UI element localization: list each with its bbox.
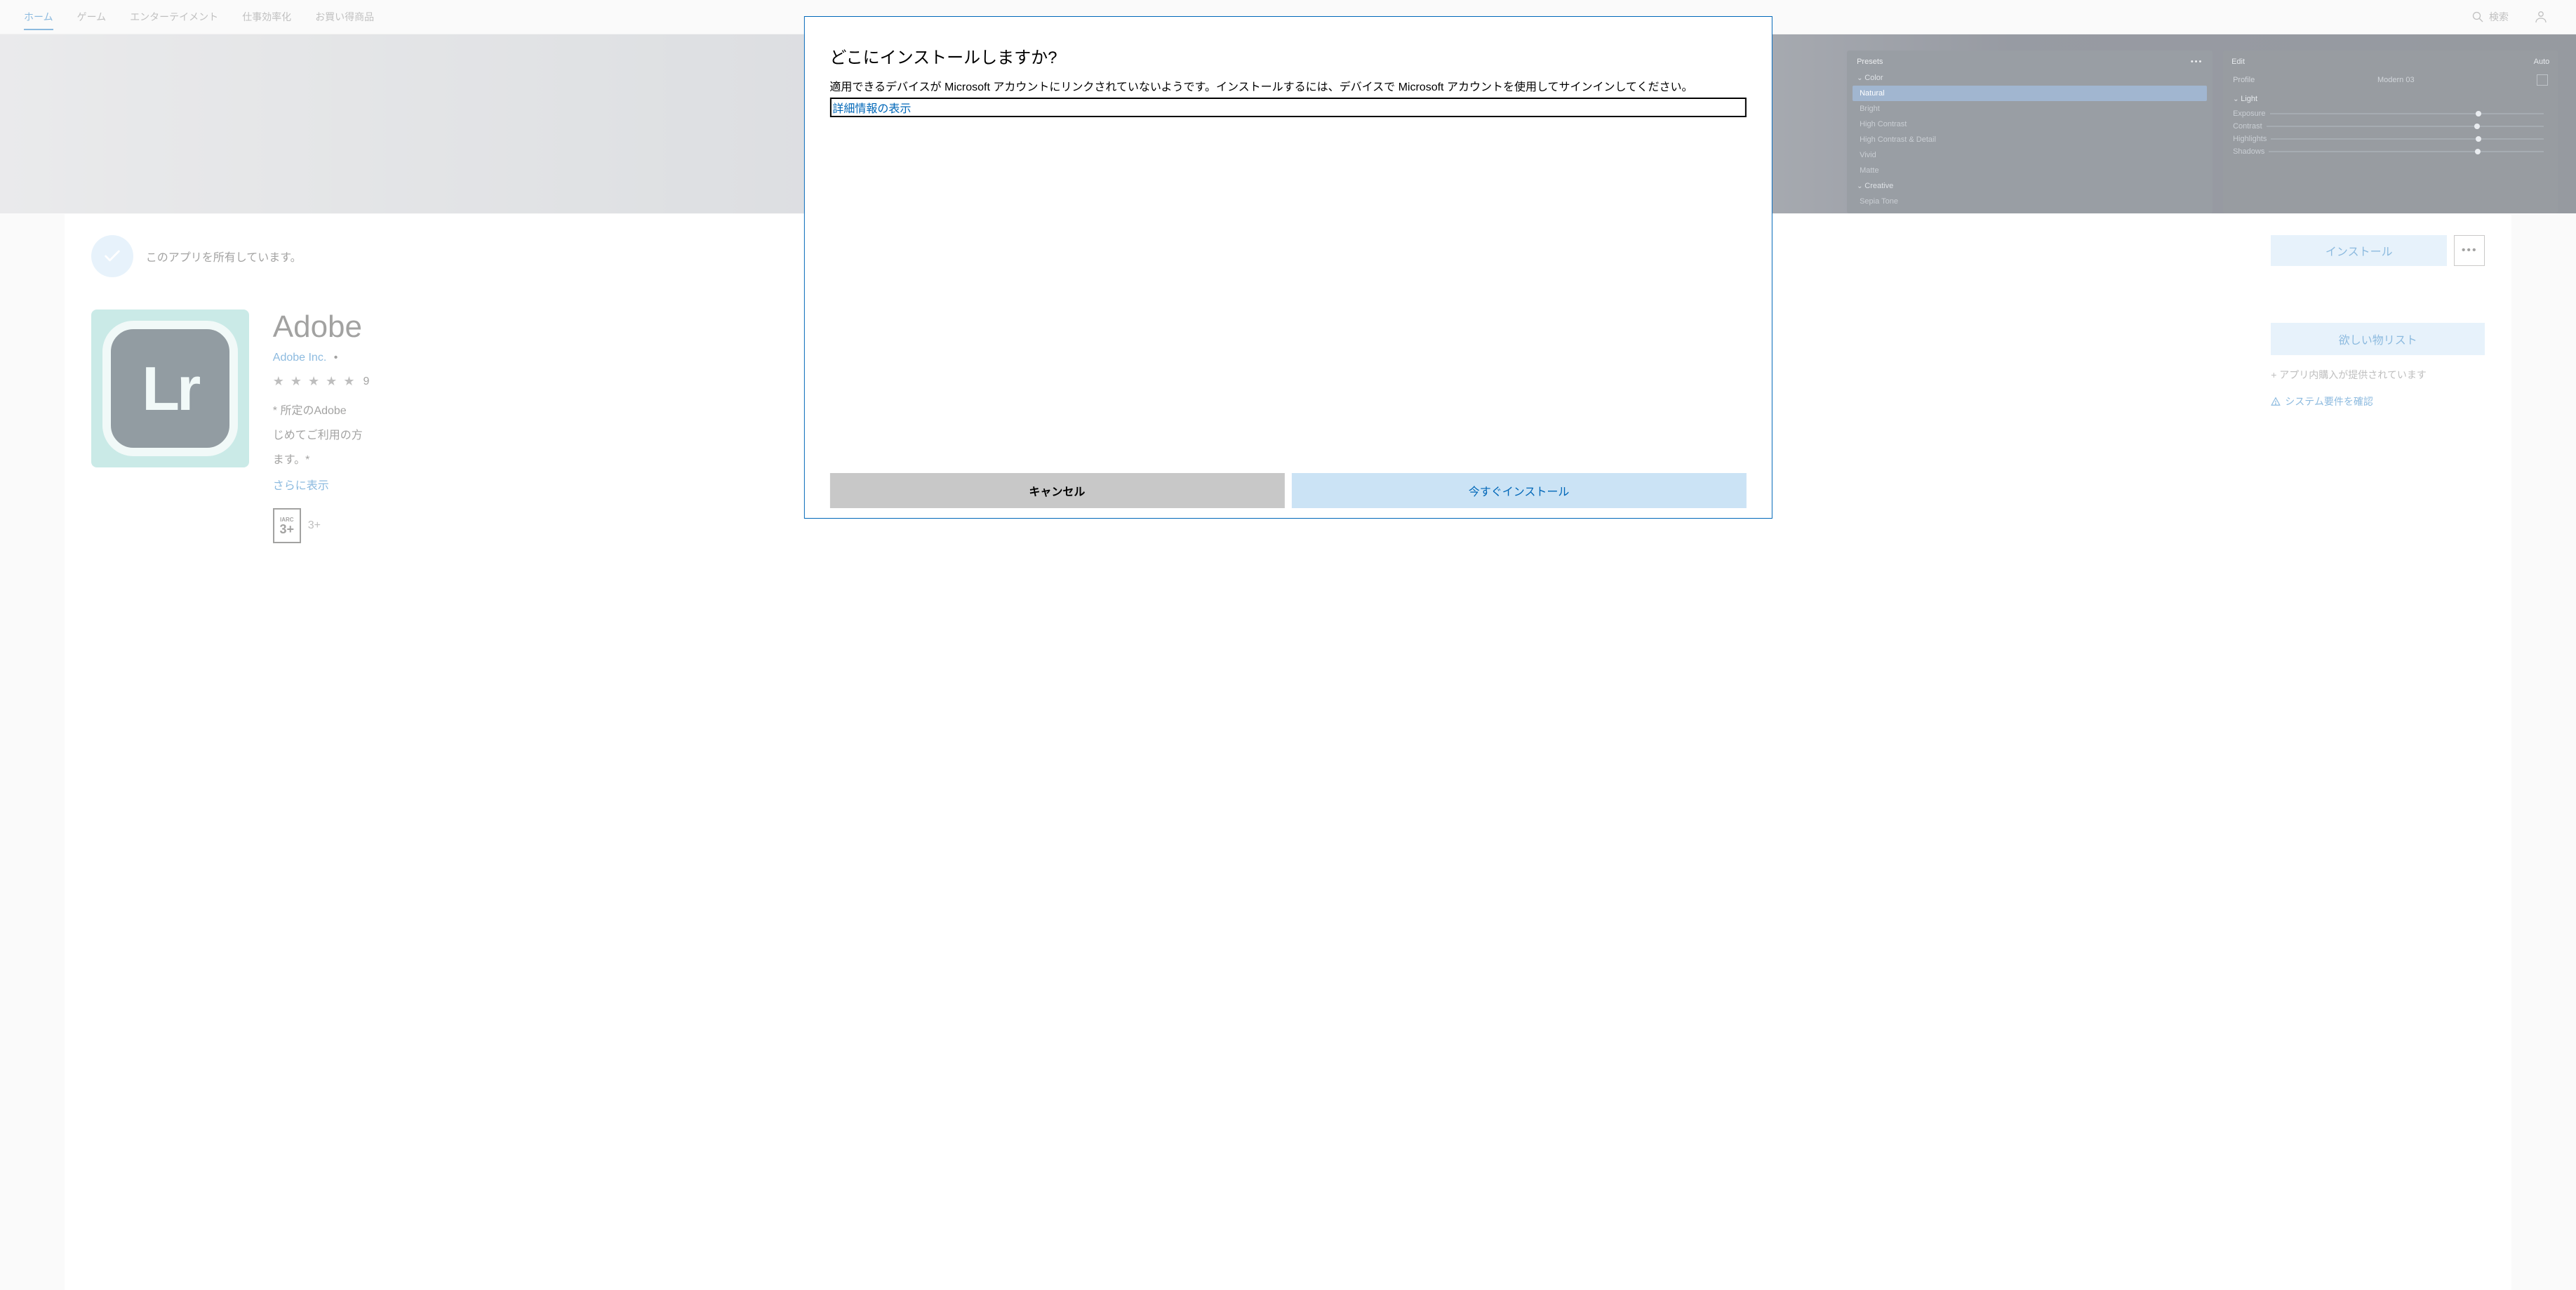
dialog-more-info-link[interactable]: 詳細情報の表示 bbox=[829, 98, 1746, 117]
dialog-install-now-button[interactable]: 今すぐインストール bbox=[1292, 473, 1747, 508]
dialog-cancel-button[interactable]: キャンセル bbox=[829, 473, 1284, 508]
install-where-dialog: どこにインストールしますか? 適用できるデバイスが Microsoft アカウン… bbox=[803, 16, 1772, 519]
dialog-title: どこにインストールしますか? bbox=[829, 44, 1746, 68]
dialog-body: 適用できるデバイスが Microsoft アカウントにリンクされていないようです… bbox=[829, 79, 1746, 96]
